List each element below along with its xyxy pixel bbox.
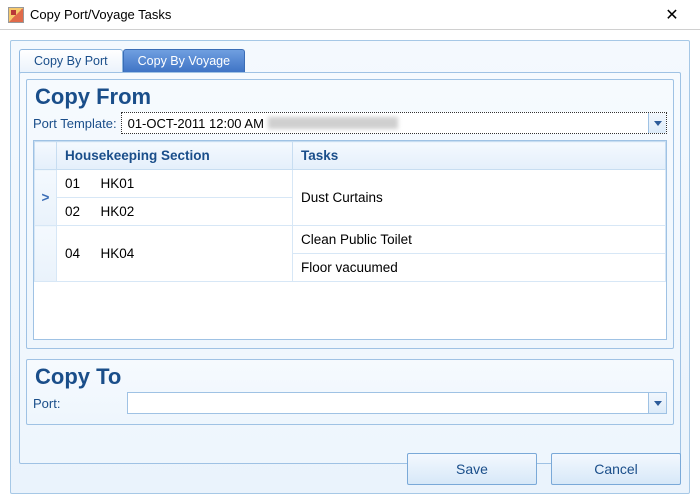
- window-title: Copy Port/Voyage Tasks: [30, 7, 171, 22]
- row-indicator: [35, 226, 57, 282]
- port-template-label: Port Template:: [33, 116, 117, 131]
- port-label: Port:: [33, 396, 123, 411]
- row-task: Clean Public Toilet: [293, 226, 666, 254]
- tab-copy-by-voyage[interactable]: Copy By Voyage: [123, 49, 245, 73]
- save-button[interactable]: Save: [407, 453, 537, 485]
- copy-from-heading: Copy From: [35, 84, 667, 110]
- grid-header-row: Housekeeping Section Tasks: [35, 142, 666, 170]
- table-row[interactable]: 04 HK04 Clean Public Toilet: [35, 226, 666, 254]
- table-row[interactable]: > 01 HK01 Dust Curtains: [35, 170, 666, 198]
- dialog-footer: Save Cancel: [407, 453, 681, 485]
- row-section: HK01: [93, 170, 293, 198]
- close-icon[interactable]: ✕: [652, 5, 692, 25]
- dialog-body: Copy By Port Copy By Voyage Copy From Po…: [10, 40, 690, 494]
- row-task: Floor vacuumed: [293, 254, 666, 282]
- grid-header-section[interactable]: Housekeeping Section: [57, 142, 293, 170]
- tabstrip: Copy By Port Copy By Voyage: [19, 49, 681, 73]
- row-indicator: >: [35, 170, 57, 226]
- app-icon: [8, 7, 24, 23]
- titlebar: Copy Port/Voyage Tasks ✕: [0, 0, 700, 30]
- copy-to-panel: Copy To Port:: [26, 359, 674, 425]
- port-template-value: 01-OCT-2011 12:00 AM: [122, 113, 648, 133]
- tab-content: Copy From Port Template: 01-OCT-2011 12:…: [19, 72, 681, 464]
- port-dropdown-button[interactable]: [648, 393, 666, 413]
- row-section: HK02: [93, 198, 293, 226]
- row-section: HK04: [93, 226, 293, 282]
- port-value: [128, 393, 648, 413]
- copy-to-heading: Copy To: [35, 364, 667, 390]
- grid-header-tasks[interactable]: Tasks: [293, 142, 666, 170]
- tasks-grid: Housekeeping Section Tasks > 01 HK01 Dus…: [33, 140, 667, 340]
- row-code: 04: [57, 226, 93, 282]
- row-task: Dust Curtains: [293, 170, 666, 226]
- row-code: 01: [57, 170, 93, 198]
- port-combo[interactable]: [127, 392, 667, 414]
- port-template-dropdown-button[interactable]: [648, 113, 666, 133]
- grid-header-indicator: [35, 142, 57, 170]
- tab-copy-by-port[interactable]: Copy By Port: [19, 49, 123, 73]
- cancel-button[interactable]: Cancel: [551, 453, 681, 485]
- copy-from-panel: Copy From Port Template: 01-OCT-2011 12:…: [26, 79, 674, 349]
- port-template-combo[interactable]: 01-OCT-2011 12:00 AM: [121, 112, 667, 134]
- chevron-down-icon: [654, 401, 662, 406]
- row-code: 02: [57, 198, 93, 226]
- chevron-down-icon: [654, 121, 662, 126]
